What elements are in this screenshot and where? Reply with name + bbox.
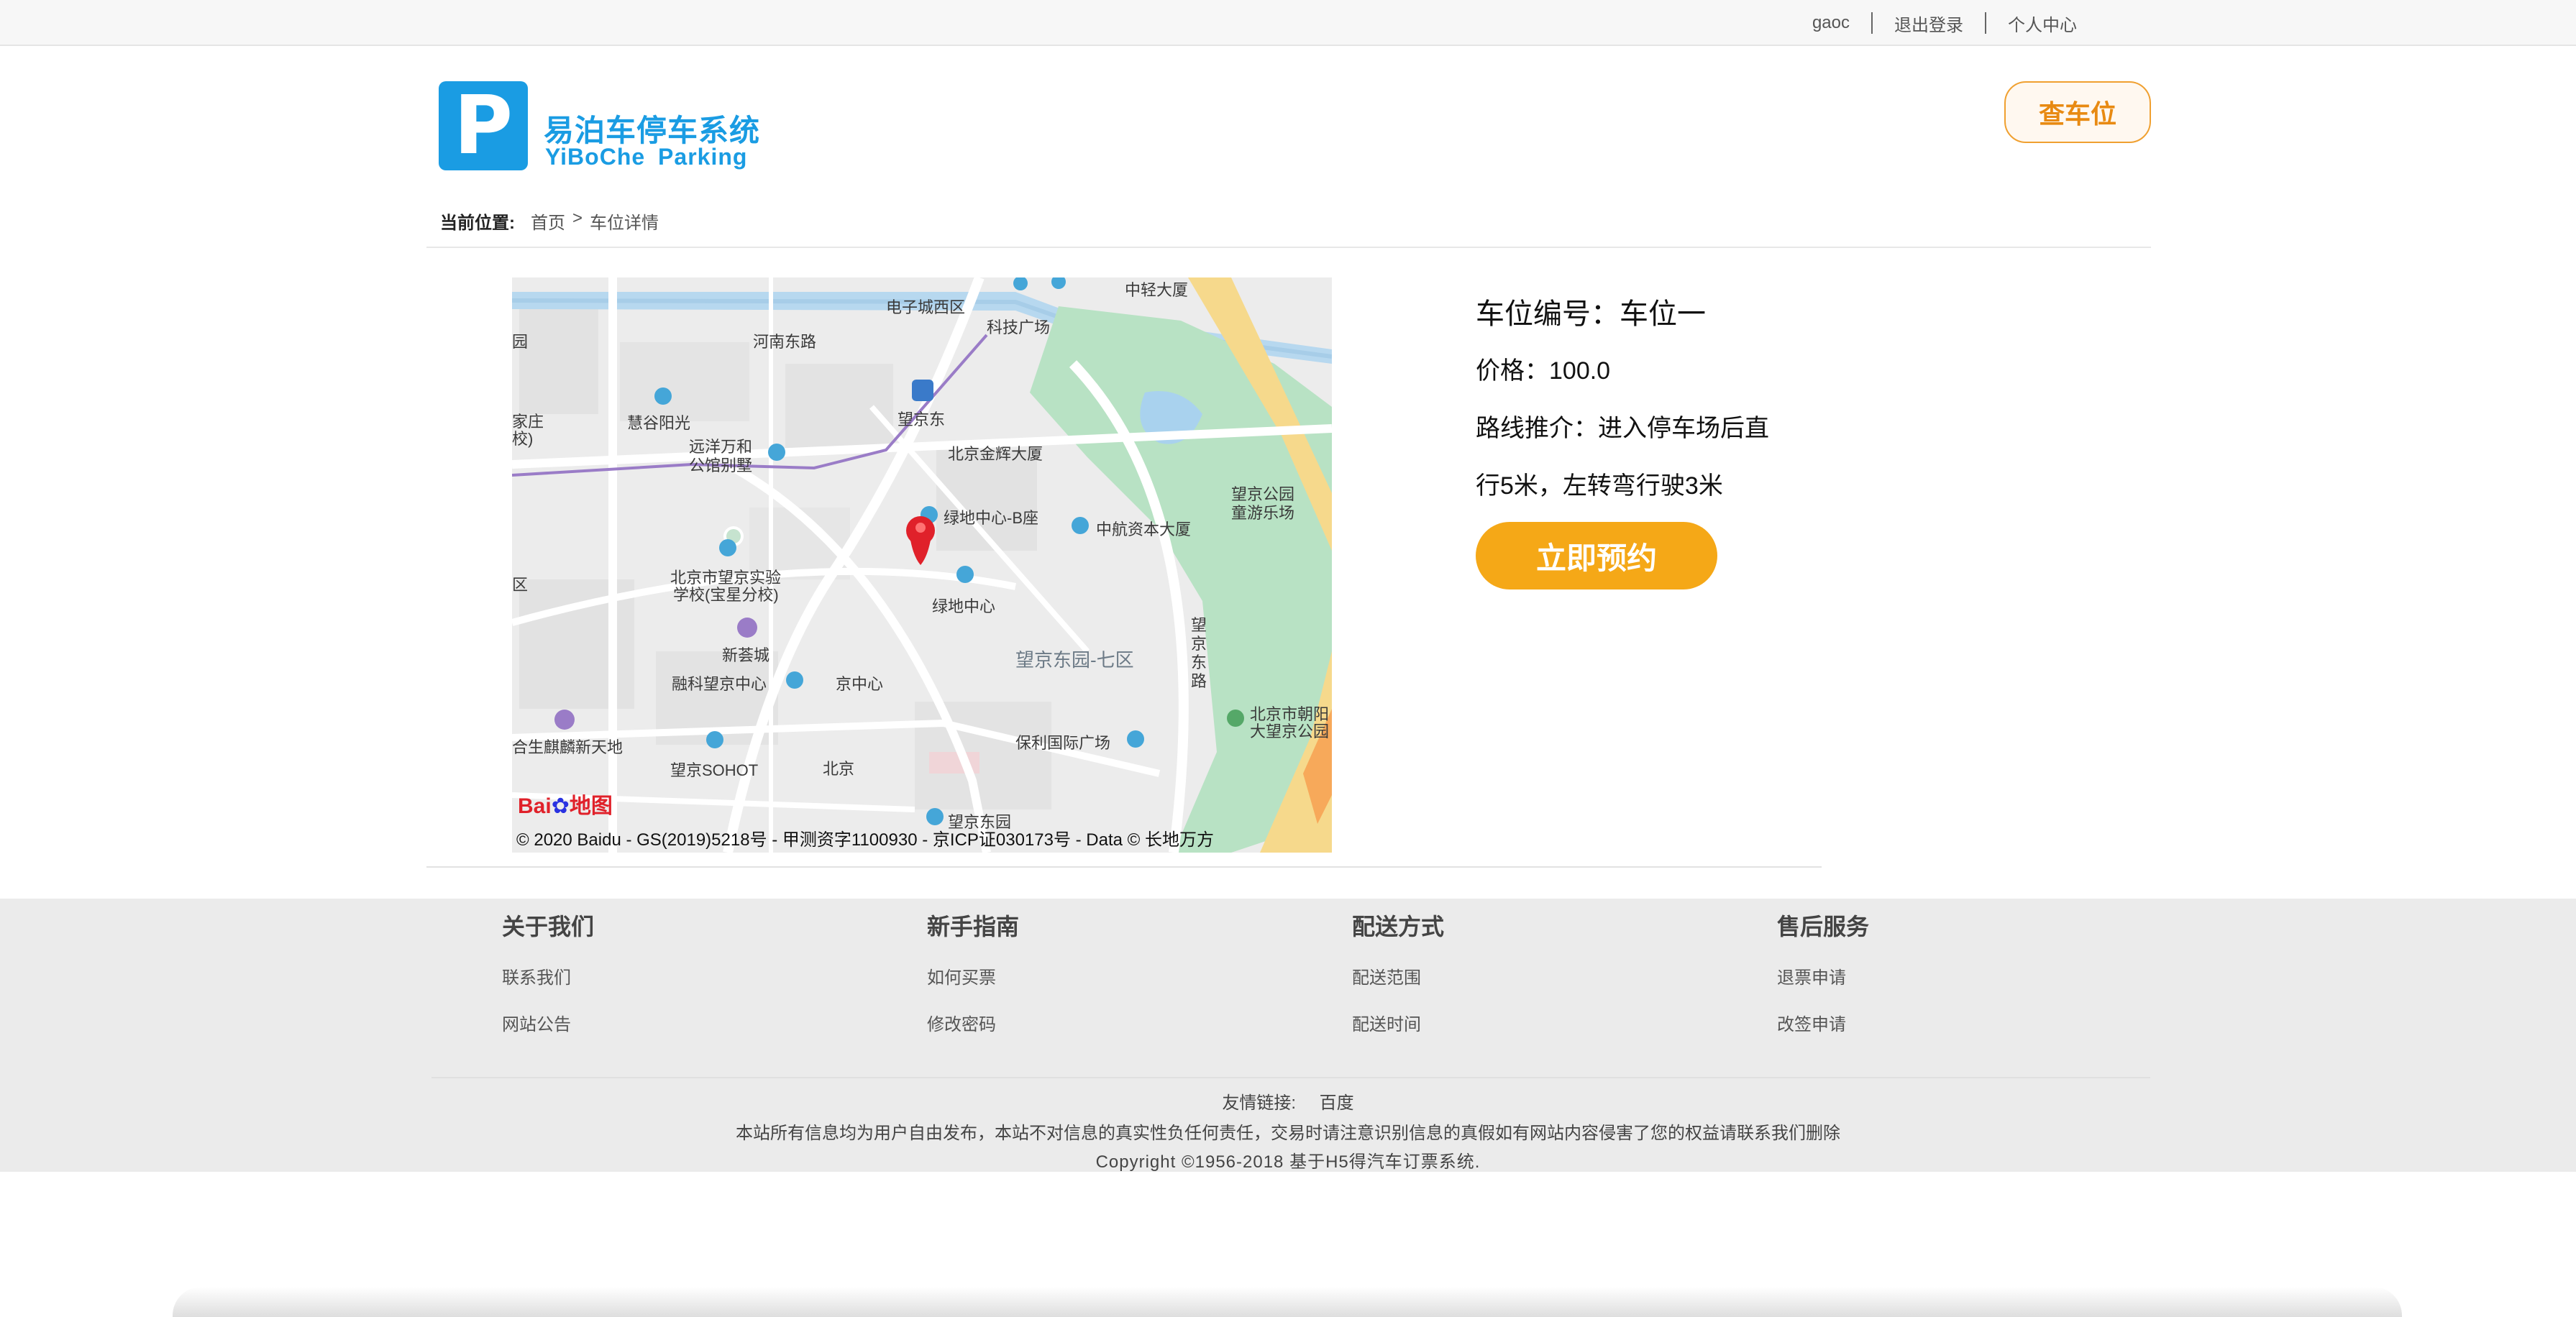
footer-column-guide: 新手指南 如何买票 修改密码 — [927, 906, 1019, 1035]
breadcrumb-label: 当前位置: — [440, 214, 515, 233]
map-label: 慧谷阳光 — [627, 414, 691, 432]
reserve-button[interactable]: 立即预约 — [1476, 522, 1717, 589]
map-label: 校) — [512, 430, 534, 448]
footer-column-about: 关于我们 联系我们 网站公告 — [502, 906, 594, 1035]
map-label: 北京金辉大厦 — [948, 445, 1043, 463]
username-link[interactable]: gaoc — [1791, 13, 1871, 33]
map-label: 路 — [1191, 672, 1207, 690]
map-label: 园 — [512, 333, 529, 351]
footer-link[interactable]: 联系我们 — [502, 963, 594, 988]
map-label: 保利国际广场 — [1015, 734, 1111, 752]
footer-link[interactable]: 改签申请 — [1777, 1010, 1869, 1035]
route-line-1: 路线推介：进入停车场后直 — [1476, 415, 1769, 442]
map-label: 河南东路 — [753, 333, 817, 351]
logo-letter: P — [453, 79, 513, 173]
map-label: 望京东 — [898, 410, 946, 428]
bottom-shadow — [173, 1287, 2402, 1317]
logo-icon[interactable]: P — [439, 81, 528, 170]
content-divider — [426, 866, 1822, 868]
logo-title-en: YiBoChe Parking — [545, 144, 748, 170]
profile-link[interactable]: 个人中心 — [1986, 11, 2098, 36]
footer-notice: 本站所有信息均为用户自由发布，本站不对信息的真实性负任何责任，交易时请注意识别信… — [736, 1124, 1840, 1143]
footer-link[interactable]: 配送范围 — [1352, 963, 1444, 988]
friend-links: 友情链接: 百度 — [0, 1088, 2576, 1114]
space-number: 车位编号：车位一 — [1476, 298, 1706, 330]
route-line-2: 行5米，左转弯行驶3米 — [1476, 472, 1723, 500]
breadcrumb: 当前位置: 首页 > 车位详情 — [440, 208, 659, 234]
map-label: 绿地中心 — [932, 597, 996, 615]
map-label: 公馆别墅 — [689, 456, 753, 474]
footer-column-title: 新手指南 — [927, 914, 1020, 940]
friend-links-label: 友情链接: — [1222, 1093, 1296, 1113]
footer-link[interactable]: 配送时间 — [1352, 1010, 1444, 1035]
map-label: 大望京公园 — [1250, 722, 1330, 740]
map-label: 望京SOHOT — [670, 761, 759, 779]
baidu-paw-icon: ✿ — [551, 794, 570, 818]
logout-link[interactable]: 退出登录 — [1873, 11, 1985, 36]
map-label: 学校(宝星分校) — [673, 586, 779, 604]
footer-divider — [431, 1077, 2150, 1078]
baidu-map-logo: Bai✿地图 — [518, 788, 613, 820]
map-label: 中轻大厦 — [1125, 281, 1189, 299]
map-label: 望京东园-七区 — [1015, 649, 1134, 671]
map-label: 融科望京中心 — [672, 675, 767, 693]
map-label: 绿地中心-B座 — [944, 509, 1039, 527]
map-label: 童游乐场 — [1231, 504, 1295, 522]
baidu-logo-text: Bai — [518, 794, 552, 818]
header-divider — [426, 247, 2151, 248]
find-parking-button[interactable]: 查车位 — [2004, 81, 2151, 143]
map-label: 科技广场 — [987, 318, 1051, 336]
footer-column-delivery: 配送方式 配送范围 配送时间 — [1352, 906, 1444, 1035]
baidu-logo-text2: 地图 — [569, 794, 613, 818]
space-price: 价格：100.0 — [1476, 357, 1611, 385]
map-label: 中航资本大厦 — [1096, 520, 1192, 538]
map-label: 京中心 — [836, 675, 884, 693]
map-label: 电子城西区 — [886, 298, 966, 316]
top-bar: gaoc 退出登录 个人中心 — [0, 0, 2576, 46]
footer-link[interactable]: 修改密码 — [927, 1010, 1019, 1035]
footer-column-title: 售后服务 — [1777, 914, 1870, 940]
footer-link[interactable]: 如何买票 — [927, 963, 1019, 988]
footer-copyright: Copyright ©1956-2018 基于H5得汽车订票系统. — [1095, 1152, 1481, 1172]
map-label: 合生麒麟新天地 — [512, 738, 624, 756]
map-graphic — [512, 277, 1332, 853]
footer-link[interactable]: 退票申请 — [1777, 963, 1869, 988]
friend-link-baidu[interactable]: 百度 — [1320, 1093, 1354, 1113]
map-view[interactable]: 河南东路 电子城西区 科技广场 中轻大厦 望京东 慧谷阳光 远洋万和 公馆别墅 … — [512, 277, 1332, 853]
map-label: 北京 — [823, 760, 855, 778]
map-copyright: © 2020 Baidu - GS(2019)5218号 - 甲测资字11009… — [516, 830, 1215, 850]
map-label: 新荟城 — [722, 646, 770, 664]
breadcrumb-home[interactable]: 首页 — [531, 208, 565, 234]
breadcrumb-separator: > — [572, 208, 583, 228]
footer-column-title: 关于我们 — [502, 914, 595, 940]
footer-column-title: 配送方式 — [1352, 914, 1445, 940]
map-label: 区 — [512, 576, 529, 594]
footer-column-service: 售后服务 退票申请 改签申请 — [1777, 906, 1869, 1035]
footer-link[interactable]: 网站公告 — [502, 1010, 594, 1035]
breadcrumb-current: 车位详情 — [590, 214, 659, 233]
top-links: gaoc 退出登录 个人中心 — [1791, 0, 2098, 46]
